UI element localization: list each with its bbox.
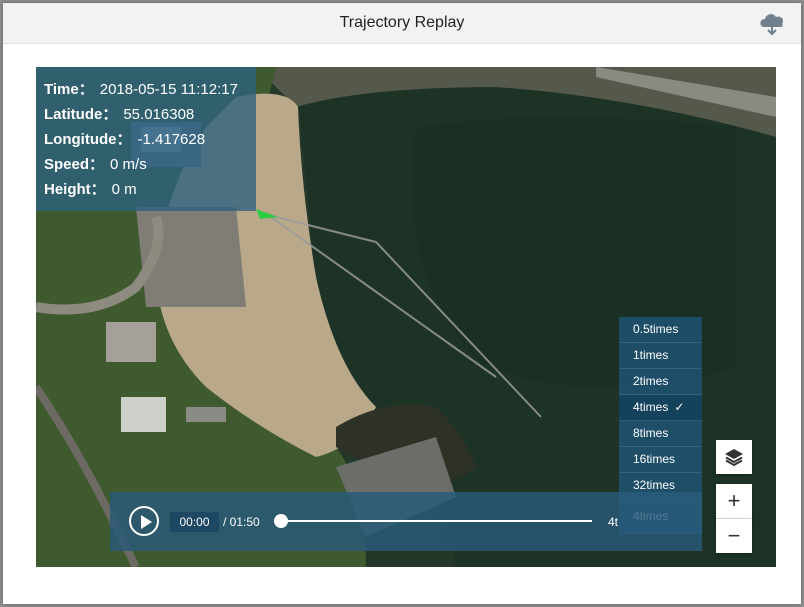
zoom-in-button[interactable]: +: [716, 484, 752, 519]
layers-icon: [725, 449, 743, 467]
speed-row: Speed： 0 m/s: [36, 152, 256, 177]
time-row: Time： 2018-05-15 11:12:17: [36, 77, 256, 102]
dialog-title: Trajectory Replay: [339, 14, 465, 31]
time-value: 2018-05-15 11:12:17: [99, 81, 238, 98]
latitude-value: 55.016308: [123, 106, 195, 123]
dialog-header: Trajectory Replay: [3, 3, 801, 44]
speed-option[interactable]: 2times: [619, 369, 702, 395]
height-label: Height：: [44, 181, 106, 198]
progress-track[interactable]: [281, 520, 592, 522]
play-button[interactable]: [129, 506, 159, 536]
layers-button[interactable]: [716, 440, 752, 474]
height-row: Height： 0 m: [36, 177, 256, 202]
speed-option[interactable]: 1times: [619, 343, 702, 369]
height-value: 0 m: [111, 181, 137, 198]
longitude-row: Longitude： -1.417628: [36, 127, 256, 152]
position-info-panel: Time： 2018-05-15 11:12:17 Latitude： 55.016…: [36, 67, 256, 211]
current-time: 00:00: [170, 512, 219, 532]
speed-value: 0 m/s: [110, 156, 147, 173]
latitude-row: Latitude： 55.016308: [36, 102, 256, 127]
speed-option-selected[interactable]: 4times ✓: [619, 395, 702, 421]
check-icon: ✓: [674, 400, 685, 414]
longitude-value: -1.417628: [137, 131, 206, 148]
zoom-out-button[interactable]: −: [716, 519, 752, 553]
total-time: / 01:50: [223, 515, 260, 529]
satellite-map[interactable]: Time： 2018-05-15 11:12:17 Latitude： 55.016…: [36, 67, 776, 567]
cloud-download-icon[interactable]: [757, 9, 787, 37]
latitude-label: Latitude：: [44, 106, 118, 123]
progress-thumb[interactable]: [274, 514, 288, 528]
speed-label: Speed：: [44, 156, 105, 173]
time-label: Time：: [44, 81, 94, 98]
longitude-label: Longitude：: [44, 131, 132, 148]
trajectory-dialog: Trajectory Replay Time： 2018-05-15 11:12…: [3, 3, 801, 604]
play-icon: [141, 515, 152, 529]
speed-option[interactable]: 0.5times: [619, 317, 702, 343]
speed-option[interactable]: 16times: [619, 447, 702, 473]
speed-selector-button[interactable]: 4t: [608, 512, 618, 532]
speed-option[interactable]: 8times: [619, 421, 702, 447]
replay-player-bar: 00:00 / 01:50 4t: [110, 492, 702, 551]
